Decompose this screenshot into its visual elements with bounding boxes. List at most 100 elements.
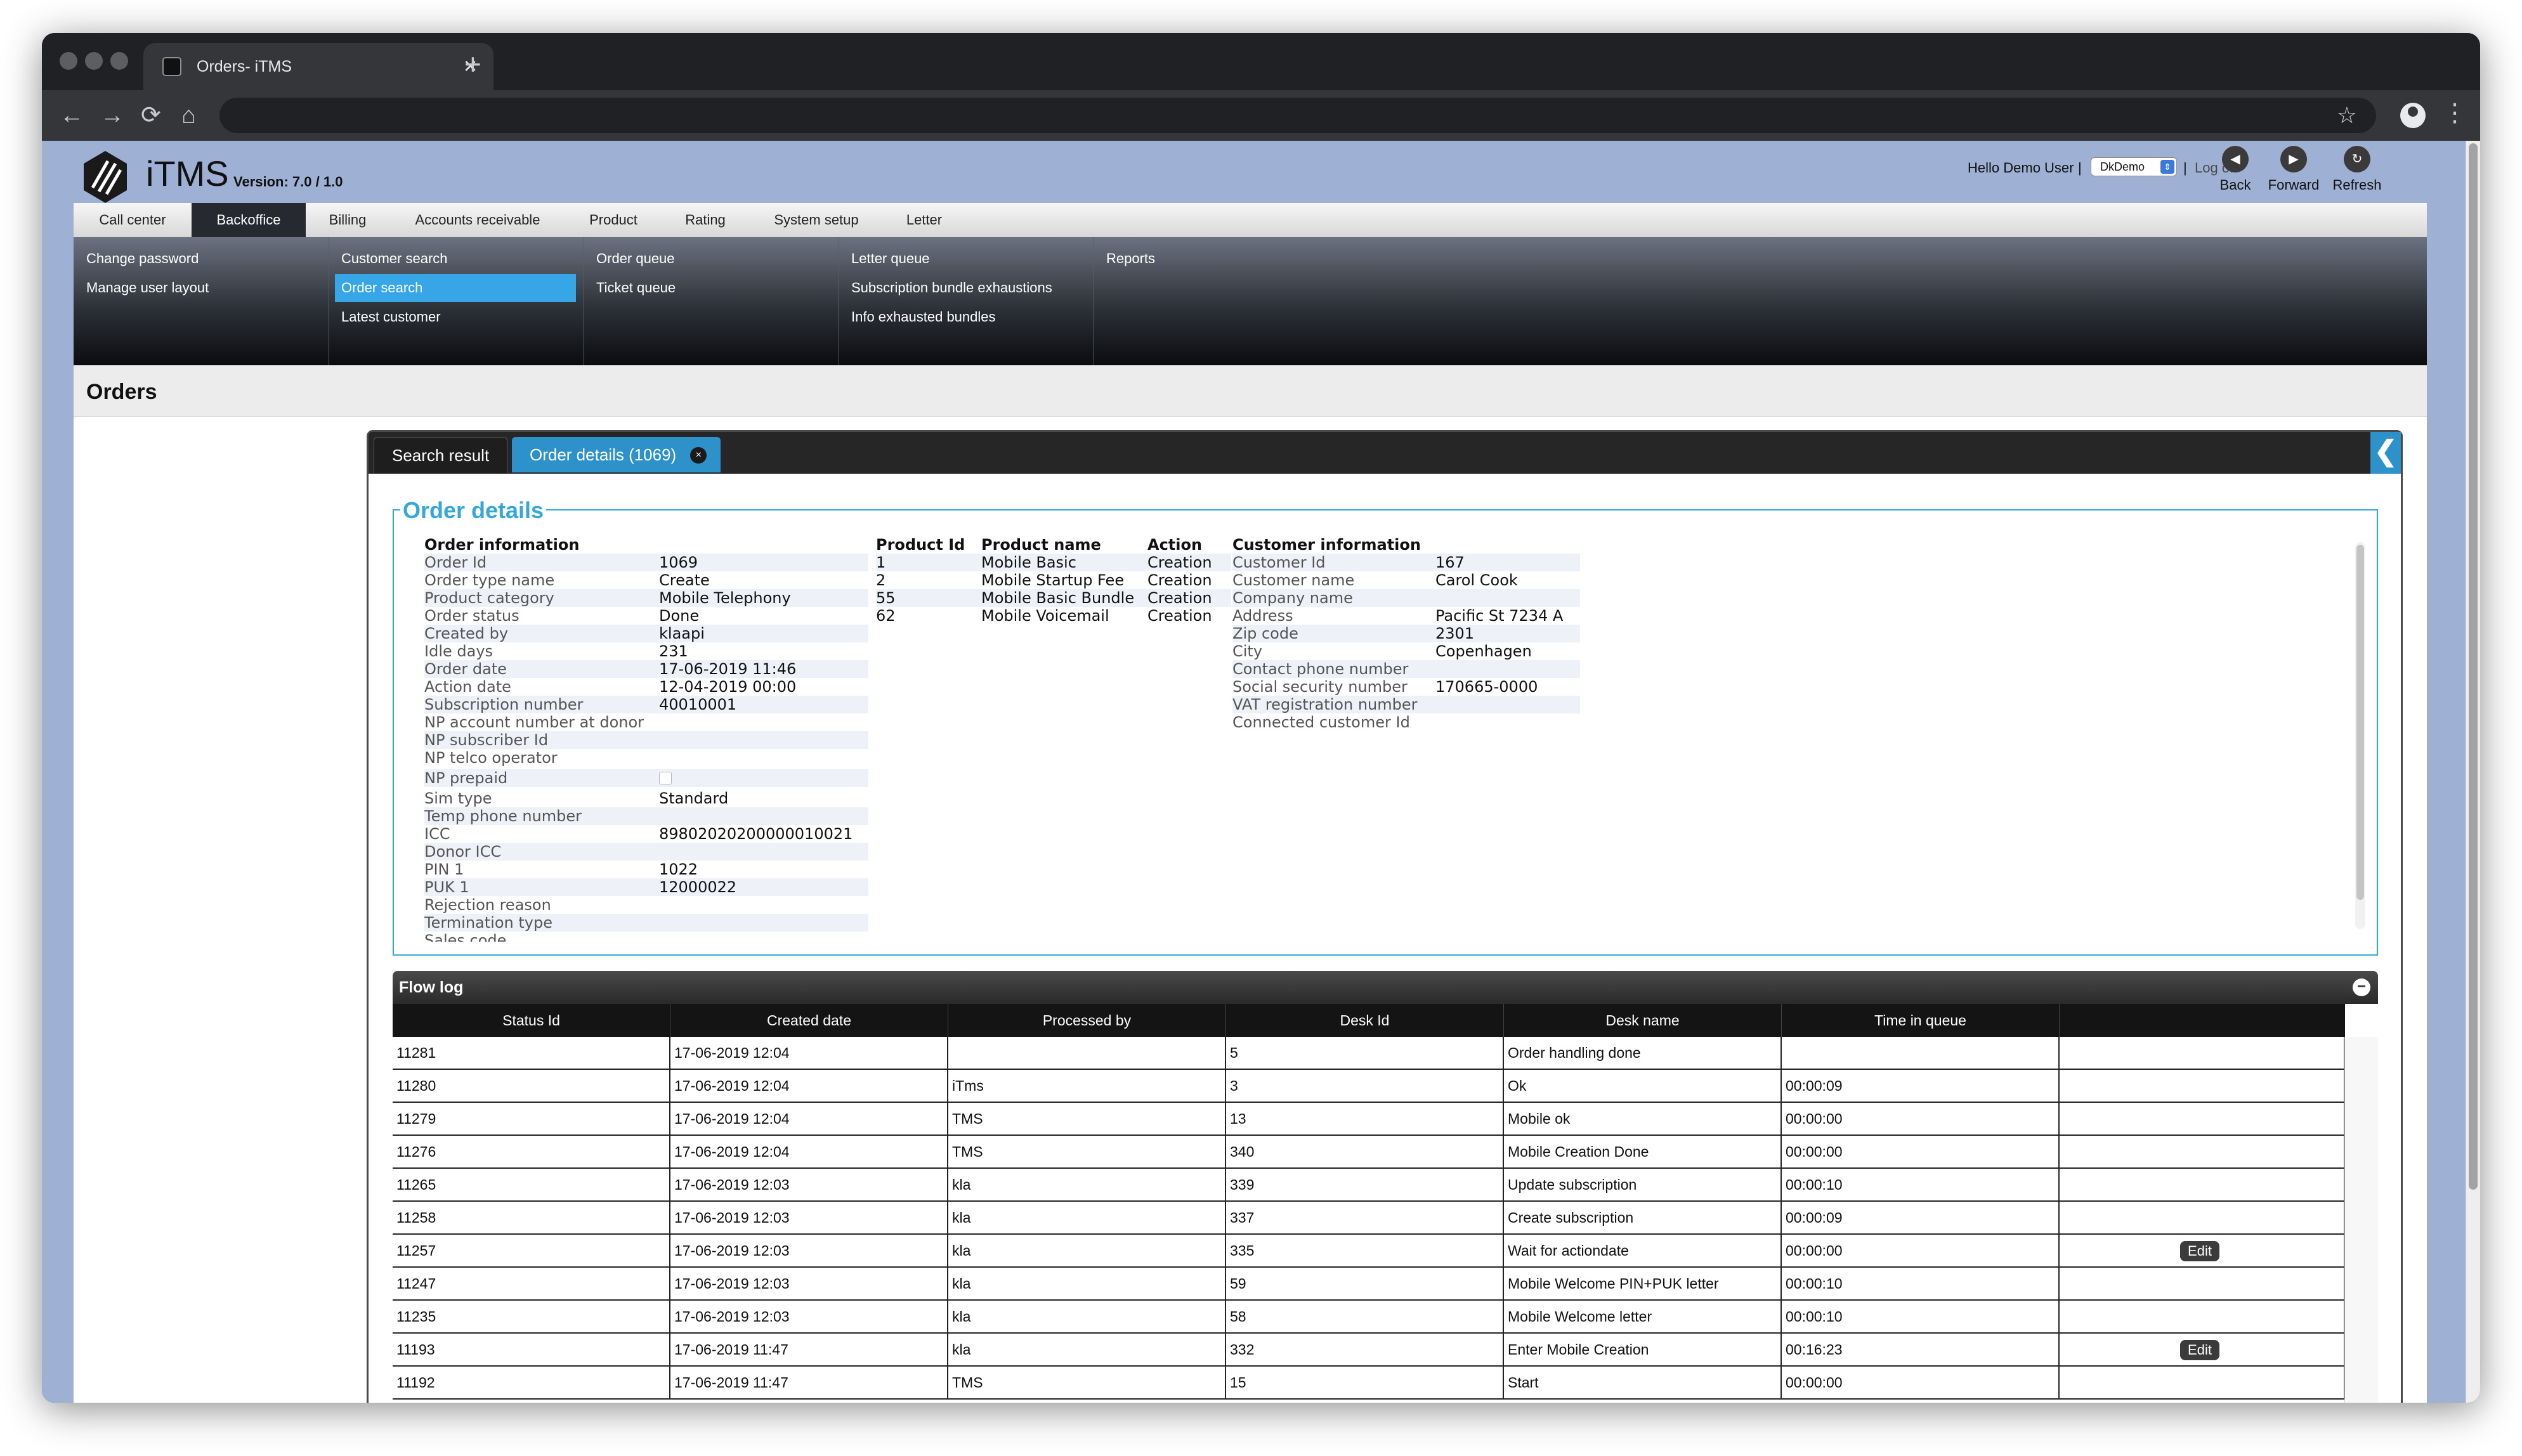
table-row[interactable]: 11247 17-06-2019 12:03 kla 59 Mobile Wel… <box>393 1268 2345 1301</box>
refresh-icon: ↻ <box>2344 146 2370 172</box>
edit-button[interactable]: Edit <box>2180 1340 2219 1360</box>
info-row: Contact phone number <box>1232 660 1580 678</box>
refresh-nav-label: Refresh <box>2332 177 2382 193</box>
info-row: Zip code 2301 <box>1232 625 1580 642</box>
menu-backoffice[interactable]: Backoffice <box>192 203 306 237</box>
info-row: Subscription number 40010001 <box>424 696 868 713</box>
order-details-scrollbar[interactable] <box>2355 542 2365 929</box>
info-row: Order date 17-06-2019 11:46 <box>424 660 868 678</box>
favicon-icon <box>162 57 181 76</box>
address-bar[interactable]: ☆ <box>219 98 2376 133</box>
table-row[interactable]: 11265 17-06-2019 12:03 kla 339 Update su… <box>393 1169 2345 1202</box>
menu-accounts-receivable[interactable]: Accounts receivable <box>389 203 566 237</box>
products-header: Product Id Product name Action <box>876 536 1203 554</box>
order-details-legend: Order details <box>400 498 547 523</box>
column-header[interactable]: Time in queue <box>1782 1004 2060 1037</box>
menu-call-center[interactable]: Call center <box>74 203 192 237</box>
info-row: PUK 1 12000022 <box>424 878 868 896</box>
product-row: 1 Mobile Basic Creation <box>876 554 1231 571</box>
bookmark-star-icon[interactable]: ☆ <box>2337 103 2357 128</box>
order-details-fieldset: Order details Order information Order Id… <box>393 498 2378 956</box>
menu-letter[interactable]: Letter <box>883 203 965 237</box>
np-prepaid-checkbox[interactable] <box>659 772 672 784</box>
menu-product[interactable]: Product <box>566 203 661 237</box>
submenu-manage-user-layout[interactable]: Manage user layout <box>86 274 209 302</box>
column-header[interactable]: Created date <box>670 1004 948 1037</box>
profile-avatar-icon[interactable] <box>2400 103 2426 128</box>
info-row: Idle days 231 <box>424 642 688 660</box>
home-icon[interactable]: ⌂ <box>181 103 196 128</box>
new-tab-icon[interactable]: + <box>464 49 481 79</box>
menu-rating[interactable]: Rating <box>661 203 750 237</box>
submenu-customer-search[interactable]: Customer search <box>341 245 448 273</box>
product-row: 55 Mobile Basic Bundle Creation <box>876 589 1231 607</box>
back-arrow-icon[interactable]: ← <box>60 103 84 128</box>
column-header[interactable]: Status Id <box>393 1004 670 1037</box>
info-row: Action date 12-04-2019 00:00 <box>424 678 797 696</box>
window-minimize-dot[interactable] <box>85 52 103 70</box>
collapse-chevron-icon[interactable]: ❮ <box>2370 432 2401 474</box>
scroll-thumb[interactable] <box>2356 545 2364 900</box>
column-header[interactable]: Processed by <box>948 1004 1226 1037</box>
submenu-order-search[interactable]: Order search <box>335 274 576 302</box>
submenu-latest-customer[interactable]: Latest customer <box>341 303 441 331</box>
forward-arrow-icon[interactable]: → <box>100 103 124 128</box>
page-scrollbar[interactable] <box>2466 141 2480 1403</box>
sub-menu-column: Order queue Ticket queue <box>584 237 839 365</box>
submenu-order-queue[interactable]: Order queue <box>596 245 675 273</box>
back-nav-label: Back <box>2219 177 2251 193</box>
sub-menu: Change password Manage user layout Custo… <box>74 237 2427 365</box>
browser-tab-title: Orders- iTMS <box>197 58 292 75</box>
info-row: Order type name Create <box>424 571 710 589</box>
info-row: City Copenhagen <box>1232 642 1532 660</box>
table-row[interactable]: 11192 17-06-2019 11:47 TMS 15 Start 00:0… <box>393 1367 2345 1400</box>
submenu-ticket-queue[interactable]: Ticket queue <box>596 274 676 302</box>
info-row: Order Id 1069 <box>424 554 868 571</box>
table-row[interactable]: 11279 17-06-2019 12:04 TMS 13 Mobile ok … <box>393 1103 2345 1136</box>
menu-system-setup[interactable]: System setup <box>750 203 883 237</box>
back-nav-button[interactable]: ◀ Back <box>2216 146 2254 194</box>
product-row: 62 Mobile Voicemail Creation <box>876 607 1212 625</box>
order-panel: Search result Order details (1069) × ❮ O… <box>367 430 2403 1403</box>
menu-billing[interactable]: Billing <box>306 203 389 237</box>
page-content: iTMS Version: 7.0 / 1.0 Hello Demo User … <box>42 141 2480 1403</box>
tab-order-details[interactable]: Order details (1069) × <box>512 437 721 472</box>
submenu-subscription-bundle-exhaustions[interactable]: Subscription bundle exhaustions <box>851 274 1052 302</box>
table-row[interactable]: 11276 17-06-2019 12:04 TMS 340 Mobile Cr… <box>393 1136 2345 1169</box>
minimize-circle-icon[interactable]: − <box>2353 978 2370 996</box>
table-row[interactable]: 11235 17-06-2019 12:03 kla 58 Mobile Wel… <box>393 1301 2345 1334</box>
info-row: Connected customer Id <box>1232 713 1410 731</box>
page-scroll-thumb[interactable] <box>2469 143 2478 1190</box>
edit-button[interactable]: Edit <box>2180 1241 2219 1261</box>
table-row[interactable]: 11258 17-06-2019 12:03 kla 337 Create su… <box>393 1202 2345 1235</box>
info-row: Social security number 170665-0000 <box>1232 678 1538 696</box>
browser-tab[interactable]: Orders- iTMS × <box>143 43 493 90</box>
column-header <box>2060 1004 2345 1037</box>
browser-menu-icon[interactable]: ⋮ <box>2442 99 2467 127</box>
brand-name: iTMS <box>146 153 229 193</box>
flow-log-column-headers: Status Id Created date Processed by Desk… <box>393 1004 2345 1037</box>
window-close-dot[interactable] <box>60 52 77 70</box>
submenu-change-password[interactable]: Change password <box>86 245 199 273</box>
refresh-nav-button[interactable]: ↻ Refresh <box>2325 146 2389 194</box>
flow-log-scrollbar[interactable] <box>2344 1037 2378 1403</box>
reload-icon[interactable]: ⟳ <box>141 103 161 128</box>
tab-search-result[interactable]: Search result <box>374 437 508 473</box>
table-row[interactable]: 11280 17-06-2019 12:04 iTms 3 Ok 00:00:0… <box>393 1070 2345 1103</box>
user-select[interactable]: DkDemo ⇕ <box>2091 157 2177 176</box>
column-header[interactable]: Desk name <box>1504 1004 1782 1037</box>
info-row: Address Pacific St 7234 A <box>1232 607 1564 625</box>
window-zoom-dot[interactable] <box>110 52 128 70</box>
submenu-info-exhausted-bundles[interactable]: Info exhausted bundles <box>851 303 996 331</box>
tab-close-icon[interactable]: × <box>690 447 707 464</box>
flow-log-header: Flow log − <box>393 971 2378 1004</box>
table-row[interactable]: 11281 17-06-2019 12:04 5 Order handling … <box>393 1037 2345 1070</box>
table-row[interactable]: 11193 17-06-2019 11:47 kla 332 Enter Mob… <box>393 1334 2345 1367</box>
separator: | <box>2078 160 2082 176</box>
table-row[interactable]: 11257 17-06-2019 12:03 kla 335 Wait for … <box>393 1235 2345 1268</box>
submenu-letter-queue[interactable]: Letter queue <box>851 245 930 273</box>
forward-nav-button[interactable]: ▶ Forward <box>2262 146 2325 194</box>
submenu-reports[interactable]: Reports <box>1106 245 1155 273</box>
column-header[interactable]: Desk Id <box>1226 1004 1504 1037</box>
tab-order-details-label: Order details (1069) <box>530 445 677 464</box>
